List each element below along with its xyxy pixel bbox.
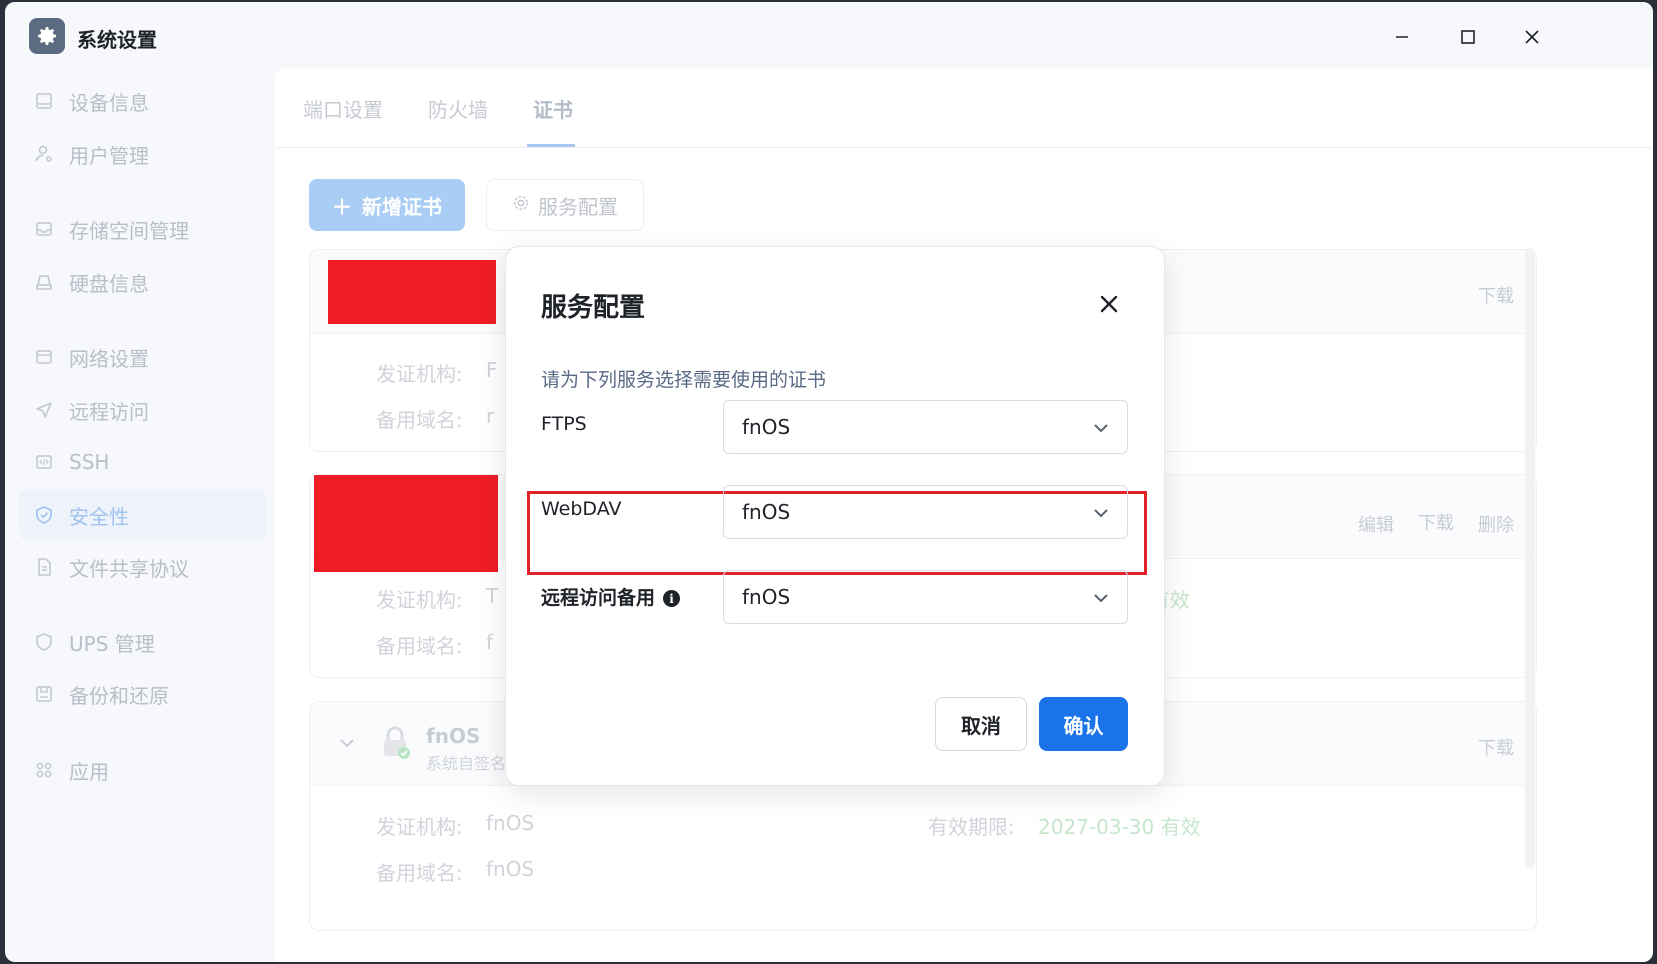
sidebar-item-network[interactable]: 网络设置 (19, 331, 267, 383)
close-icon[interactable] (1094, 289, 1124, 319)
monitor-icon (33, 90, 55, 112)
confirm-button[interactable]: 确认 (1039, 697, 1128, 751)
domain-value: r (486, 404, 495, 428)
domain-value: f (486, 630, 494, 654)
sidebar-item-storage[interactable]: 存储空间管理 (19, 203, 267, 255)
sidebar-item-label: 网络设置 (69, 346, 149, 371)
domain-value: fnOS (486, 857, 535, 881)
network-icon (33, 346, 55, 368)
domain-label: 备用域名: (376, 408, 463, 432)
download-link[interactable]: 下载 (1478, 282, 1514, 308)
sidebar-item-remote-access[interactable]: 远程访问 (19, 384, 267, 436)
issuer-value: F (486, 358, 498, 382)
sidebar-item-apps[interactable]: 应用 (19, 744, 267, 796)
chevron-down-icon (1091, 418, 1111, 438)
apps-icon (33, 759, 55, 781)
webdav-label: WebDAV (541, 498, 622, 520)
code-icon (33, 451, 55, 473)
redacted-block (328, 260, 496, 324)
send-icon (33, 399, 55, 421)
window-title: 系统设置 (77, 28, 157, 52)
domain-label: 备用域名: (376, 634, 463, 658)
tab-certificate[interactable]: 证书 (533, 94, 573, 123)
sidebar-item-label: 文件共享协议 (69, 556, 189, 581)
tab-firewall[interactable]: 防火墙 (428, 94, 488, 123)
active-tab-indicator (527, 144, 575, 147)
service-config-dialog: 服务配置 请为下列服务选择需要使用的证书 FTPS fnOS WebDAV fn… (505, 246, 1165, 786)
shield-check-icon (33, 504, 55, 526)
minimize-button[interactable] (1385, 20, 1419, 54)
issuer-label: 发证机构: (376, 588, 463, 612)
gear-icon (512, 193, 530, 217)
sidebar: 设备信息 用户管理 存储空间管理 硬盘信息 网络设置 远程访问 SSH 安全性 (5, 68, 275, 962)
plus-icon: ＋ (332, 194, 352, 219)
edit-link[interactable]: 编辑 (1358, 511, 1394, 537)
maximize-button[interactable] (1451, 20, 1485, 54)
storage-icon (33, 218, 55, 240)
sidebar-item-backup[interactable]: 备份和还原 (19, 668, 267, 720)
sidebar-item-label: 备份和还原 (69, 683, 169, 708)
delete-link[interactable]: 删除 (1478, 511, 1514, 537)
sidebar-item-disk-info[interactable]: 硬盘信息 (19, 256, 267, 308)
cancel-button[interactable]: 取消 (935, 697, 1027, 751)
sidebar-item-label: UPS 管理 (69, 631, 155, 656)
ftps-label: FTPS (541, 413, 587, 435)
sidebar-item-label: 安全性 (69, 504, 129, 529)
sidebar-item-label: 远程访问 (69, 399, 149, 424)
settings-window: 系统设置 设备信息 用户管理 存储空间管理 硬盘信息 网络设置 远程访问 SSH… (5, 2, 1653, 962)
sidebar-item-users[interactable]: 用户管理 (19, 128, 267, 180)
sidebar-item-ups[interactable]: UPS 管理 (19, 616, 267, 668)
validity-value: 2027-03-30 有效 (1038, 815, 1201, 839)
download-link[interactable]: 下载 (1478, 734, 1514, 760)
issuer-label: 发证机构: (376, 362, 463, 386)
webdav-certificate-select[interactable]: fnOS (723, 485, 1128, 539)
validity-label: 有效期限: (928, 815, 1015, 839)
backup-icon (33, 683, 55, 705)
scrollbar[interactable] (1525, 248, 1535, 868)
service-config-button[interactable]: 服务配置 (486, 179, 644, 231)
lock-icon (380, 726, 412, 764)
chevron-down-icon (1091, 588, 1111, 608)
sidebar-item-label: 设备信息 (69, 90, 149, 115)
sidebar-item-file-sharing[interactable]: 文件共享协议 (19, 541, 267, 593)
tab-port-settings[interactable]: 端口设置 (303, 94, 383, 123)
disk-icon (33, 271, 55, 293)
redacted-block (314, 475, 498, 572)
sidebar-item-label: SSH (69, 450, 110, 474)
issuer-label: 发证机构: (376, 815, 463, 839)
sidebar-item-label: 应用 (69, 759, 109, 784)
remote-access-certificate-select[interactable]: fnOS (723, 570, 1128, 624)
title-bar: 系统设置 (5, 2, 1653, 68)
domain-label: 备用域名: (376, 861, 463, 885)
sidebar-item-label: 用户管理 (69, 143, 149, 168)
file-icon (33, 556, 55, 578)
remote-access-backup-label: 远程访问备用 i (541, 583, 681, 610)
user-gear-icon (33, 143, 55, 165)
sidebar-item-label: 存储空间管理 (69, 218, 189, 243)
shield-icon (33, 631, 55, 653)
add-certificate-button[interactable]: ＋ 新增证书 (309, 179, 465, 231)
sidebar-item-device-info[interactable]: 设备信息 (19, 75, 267, 127)
chevron-down-icon (1091, 503, 1111, 523)
chevron-down-icon[interactable] (338, 734, 356, 756)
dialog-description: 请为下列服务选择需要使用的证书 (541, 369, 827, 391)
sidebar-item-ssh[interactable]: SSH (19, 436, 267, 488)
issuer-value: fnOS (486, 811, 535, 835)
download-link[interactable]: 下载 (1418, 509, 1454, 535)
sidebar-item-label: 硬盘信息 (69, 271, 149, 296)
close-window-button[interactable] (1515, 20, 1549, 54)
issuer-value: T (486, 584, 499, 608)
certificate-name: fnOS (426, 724, 481, 748)
dialog-title: 服务配置 (541, 293, 646, 323)
tab-bar: 端口设置 防火墙 证书 (275, 68, 1653, 148)
ftps-certificate-select[interactable]: fnOS (723, 400, 1128, 454)
info-icon[interactable]: i (663, 590, 681, 607)
app-gear-icon (29, 18, 65, 54)
sidebar-item-security[interactable]: 安全性 (19, 489, 267, 541)
